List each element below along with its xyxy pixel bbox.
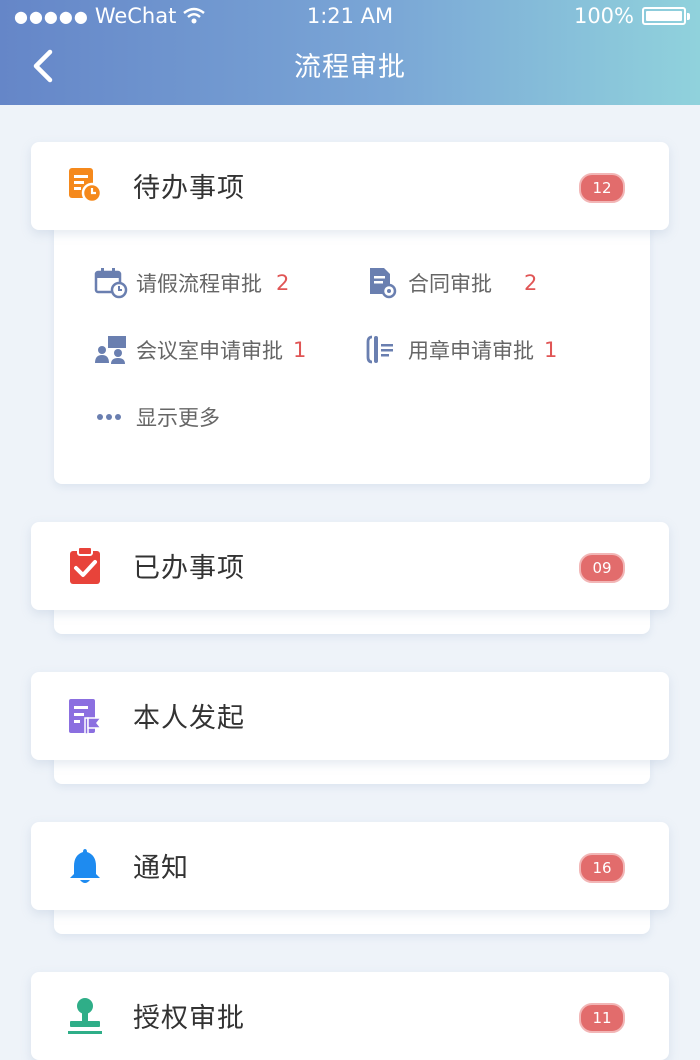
contract-approval-label: 合同审批 <box>408 272 492 296</box>
seal-approval-item[interactable]: 用章申请审批 1 <box>366 333 557 367</box>
seal-approval-label: 用章申请审批 <box>408 339 534 363</box>
clipboard-check-icon <box>70 546 100 584</box>
notification-badge: 16 <box>579 853 625 883</box>
show-more-label: 显示更多 <box>136 406 220 430</box>
initiated-by-me-card[interactable]: 本人发起 <box>31 672 669 760</box>
stamp-icon <box>68 998 102 1034</box>
app-header: ●●●●● WeChat 1:21 AM 100% 流程审批 <box>0 0 700 105</box>
pending-label: 待办事项 <box>133 173 245 204</box>
show-more-item[interactable]: 显示更多 <box>94 400 220 434</box>
battery-percent: 100% <box>573 4 634 28</box>
notification-card[interactable]: 通知 16 <box>31 822 669 910</box>
notification-label: 通知 <box>133 853 189 884</box>
authorization-approval-card[interactable]: 授权审批 11 <box>31 972 669 1060</box>
page-title: 流程审批 <box>294 52 406 83</box>
seal-stamp-icon <box>366 335 393 364</box>
pending-badge: 12 <box>579 173 625 203</box>
calendar-clock-icon <box>94 268 128 299</box>
contract-approval-item[interactable]: 合同审批 2 <box>366 266 537 300</box>
leave-approval-item[interactable]: 请假流程审批 2 <box>94 266 289 300</box>
meeting-room-approval-label: 会议室申请审批 <box>136 339 283 363</box>
status-bar: ●●●●● WeChat 1:21 AM 100% <box>0 0 700 34</box>
meeting-room-icon <box>95 336 126 364</box>
bell-icon <box>70 849 100 883</box>
seal-approval-count: 1 <box>544 338 558 362</box>
task-clock-icon <box>69 168 103 204</box>
status-right: 100% <box>573 4 690 28</box>
pending-submenu: 请假流程审批 2 合同审批 2 会议室申请审批 1 用章申请审批 1 显示更多 <box>54 222 650 484</box>
done-badge: 09 <box>579 553 625 583</box>
contract-document-icon <box>370 268 397 299</box>
more-dots-icon <box>97 414 121 420</box>
pending-items-card[interactable]: 待办事项 12 <box>31 142 669 230</box>
done-items-card[interactable]: 已办事项 09 <box>31 522 669 610</box>
document-flag-icon <box>69 699 103 735</box>
authorization-label: 授权审批 <box>133 1003 245 1034</box>
battery-icon <box>642 7 690 25</box>
initiated-label: 本人发起 <box>133 703 245 734</box>
meeting-room-approval-item[interactable]: 会议室申请审批 1 <box>94 333 306 367</box>
authorization-badge: 11 <box>579 1003 625 1033</box>
navigation-bar: 流程审批 <box>0 34 700 105</box>
done-label: 已办事项 <box>133 553 245 584</box>
contract-approval-count: 2 <box>524 271 538 295</box>
leave-approval-count: 2 <box>276 271 290 295</box>
leave-approval-label: 请假流程审批 <box>136 272 262 296</box>
meeting-room-approval-count: 1 <box>293 338 307 362</box>
